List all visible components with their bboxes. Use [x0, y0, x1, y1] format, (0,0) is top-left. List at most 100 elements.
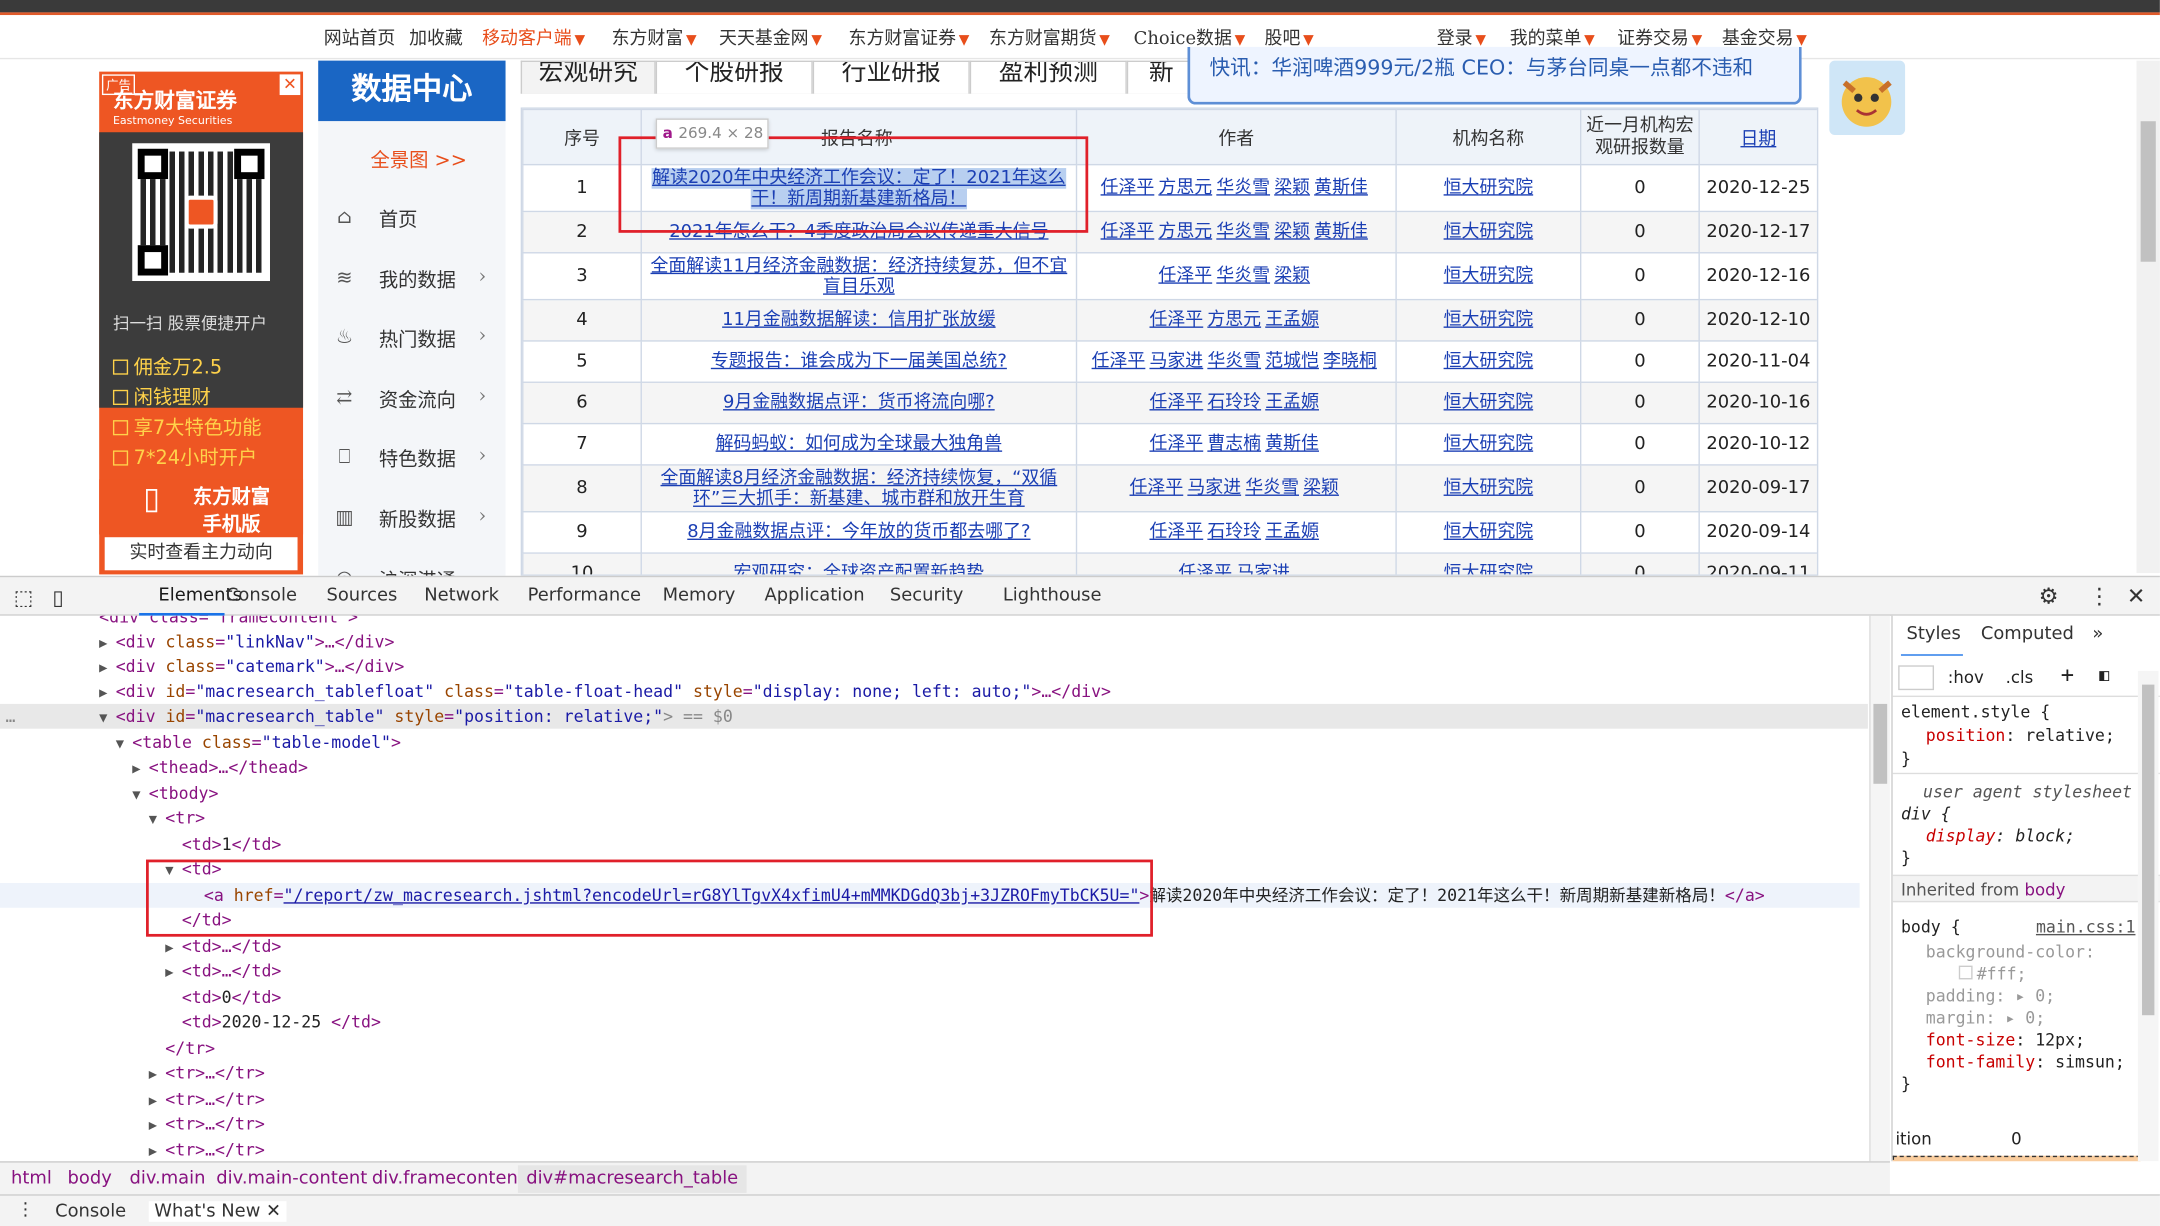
panorama-link[interactable]: 全景图 >>	[371, 146, 467, 174]
cell-title[interactable]: 宏观研究：全球资产配置新趋势	[640, 552, 1078, 575]
nav-eastmoney[interactable]: 东方财富 ▼	[612, 23, 697, 50]
tab-sources[interactable]: Sources	[326, 585, 397, 606]
sidebar-item-ipo-data[interactable]: ▥ 新股数据 ›	[318, 493, 505, 545]
breadcrumb-item[interactable]: body	[67, 1168, 111, 1189]
dom-line[interactable]: ▶ <td>…</td>	[165, 959, 281, 984]
tab-new[interactable]: 新	[1126, 60, 1196, 94]
author-link[interactable]: 方思元	[1158, 178, 1212, 199]
dom-line[interactable]: ▶ <thead>…</thead>	[132, 755, 308, 780]
author-link[interactable]: 王孟嫄	[1265, 393, 1319, 414]
org-link[interactable]: 恒大研究院	[1444, 478, 1534, 499]
author-link[interactable]: 梁颖	[1274, 222, 1310, 243]
report-title-link[interactable]: 11月金融数据解读：信用扩张放缓	[722, 310, 995, 331]
tab-network[interactable]: Network	[424, 585, 499, 606]
breadcrumb-item[interactable]: html	[11, 1168, 52, 1189]
tab-performance[interactable]: Performance	[528, 585, 641, 606]
report-title-link[interactable]: 解码蚂蚁：如何成为全球最大独角兽	[716, 434, 1003, 455]
org-link[interactable]: 恒大研究院	[1444, 310, 1534, 331]
drawer-tab-console[interactable]: Console	[55, 1201, 126, 1222]
nav-bookmark[interactable]: 加收藏	[409, 23, 463, 50]
close-icon[interactable]: ✕	[279, 74, 301, 96]
plus-icon[interactable]: +	[2061, 663, 2074, 686]
hov-toggle[interactable]: :hov	[1948, 667, 1984, 689]
style-declaration[interactable]: position: relative;	[1926, 725, 2115, 747]
report-title-link[interactable]: 8月金融数据点评：今年放的货币都去哪了?	[687, 522, 1030, 543]
cell-title[interactable]: 8月金融数据点评：今年放的货币都去哪了?	[640, 511, 1078, 554]
dom-line[interactable]: ▶ <div class="linkNav">…</div>	[99, 630, 394, 655]
drawer-tab-whats-new[interactable]: What's New ✕	[148, 1201, 287, 1222]
close-icon[interactable]: ✕	[2127, 583, 2145, 609]
author-link[interactable]: 梁颖	[1303, 478, 1339, 499]
inspect-element-icon[interactable]: ⬚	[14, 585, 34, 610]
filter-input[interactable]	[1898, 665, 1935, 691]
cell-org[interactable]: 恒大研究院	[1395, 163, 1582, 213]
cell-title[interactable]: 全面解读11月经济金融数据：经济持续复苏，但不宜盲目乐观	[640, 252, 1078, 301]
author-link[interactable]: 华炎雪	[1207, 351, 1261, 372]
page-scrollbar[interactable]	[2136, 60, 2160, 574]
nav-choice-data[interactable]: Choice数据 ▼	[1134, 23, 1246, 50]
more-icon[interactable]: ⋮	[2088, 583, 2110, 609]
dom-line[interactable]: ▶ <div class="catemark">…</div>	[99, 654, 404, 679]
nav-tiantian-fund[interactable]: 天天基金网 ▼	[719, 23, 822, 50]
author-link[interactable]: 任泽平	[1149, 310, 1203, 331]
sidebar-item-my-data[interactable]: ≋ 我的数据 ›	[318, 253, 505, 305]
dom-line[interactable]: ▶ <tr>…</tr>	[149, 1087, 265, 1112]
gear-icon[interactable]: ⚙	[2039, 583, 2059, 609]
news-flash-toast[interactable]: 快讯：华润啤酒999元/2瓶 CEO：与茅台同桌一点都不违和	[1187, 46, 1802, 105]
breadcrumb-item[interactable]: div.main	[129, 1168, 205, 1189]
cell-org[interactable]: 恒大研究院	[1395, 210, 1582, 254]
author-link[interactable]: 石玲玲	[1207, 393, 1261, 414]
author-link[interactable]: 黄斯佳	[1265, 434, 1319, 455]
breadcrumb-item[interactable]: div.main-content	[216, 1168, 367, 1189]
author-link[interactable]: 王孟嫄	[1265, 522, 1319, 543]
cell-title[interactable]: 全面解读8月经济金融数据：经济持续恢复，“双循环”三大抓手：新基建、城市群和放开…	[640, 464, 1078, 513]
cell-title[interactable]: 11月金融数据解读：信用扩张放缓	[640, 298, 1078, 342]
author-link[interactable]: 梁颖	[1274, 178, 1310, 199]
tab-industry-research[interactable]: 行业研报	[812, 60, 970, 94]
ad-bottom-link[interactable]: 实时查看主力动向	[104, 537, 298, 571]
org-link[interactable]: 恒大研究院	[1444, 266, 1534, 287]
cell-title[interactable]: 9月金融数据点评：货币将流向哪?	[640, 381, 1078, 425]
dom-line[interactable]: <div class="framecontent">	[99, 616, 358, 630]
style-declaration[interactable]: font-family: simsun;	[1926, 1051, 2125, 1073]
sidebar-item-hot-data[interactable]: ♨ 热门数据 ›	[318, 313, 505, 365]
author-link[interactable]: 马家进	[1149, 351, 1203, 372]
tab-earnings-forecast[interactable]: 盈利预测	[969, 60, 1127, 94]
author-link[interactable]: 马家进	[1236, 563, 1290, 574]
author-link[interactable]: 任泽平	[1178, 563, 1232, 574]
org-link[interactable]: 恒大研究院	[1444, 222, 1534, 243]
cell-org[interactable]: 恒大研究院	[1395, 464, 1582, 513]
cell-org[interactable]: 恒大研究院	[1395, 252, 1582, 301]
tab-application[interactable]: Application	[765, 585, 865, 606]
nav-mobile-client[interactable]: 移动客户端 ▼	[482, 23, 585, 50]
report-title-link[interactable]: 全面解读11月经济金融数据：经济持续复苏，但不宜盲目乐观	[650, 256, 1067, 297]
author-link[interactable]: 李晓桐	[1323, 351, 1377, 372]
author-link[interactable]: 石玲玲	[1207, 522, 1261, 543]
author-link[interactable]: 王孟嫄	[1265, 310, 1319, 331]
device-toolbar-icon[interactable]: ▯	[52, 585, 63, 610]
tab-macro-research[interactable]: 宏观研究	[520, 60, 656, 94]
author-link[interactable]: 任泽平	[1158, 266, 1212, 287]
dom-line[interactable]: ▶ <tr>…</tr>	[149, 1061, 265, 1086]
report-title-link[interactable]: 9月金融数据点评：货币将流向哪?	[723, 393, 995, 414]
tab-stock-research[interactable]: 个股研报	[655, 60, 813, 94]
dom-line[interactable]: ▶ <td>…</td>	[165, 934, 281, 959]
dom-line-selected[interactable]: … ▼ <div id="macresearch_table" style="pos…	[0, 703, 1868, 729]
author-link[interactable]: 任泽平	[1092, 351, 1146, 372]
nav-stock-trading[interactable]: 证券交易 ▼	[1617, 23, 1702, 50]
dom-tree-scrollbar[interactable]	[1869, 615, 1890, 1162]
cell-org[interactable]: 恒大研究院	[1395, 340, 1582, 383]
sidebar-item-home[interactable]: ⌂ 首页	[318, 193, 505, 245]
sidebar-item-capital-flow[interactable]: ⇄ 资金流向 ›	[318, 373, 505, 425]
nav-securities[interactable]: 东方财富证券 ▼	[849, 23, 970, 50]
dom-line[interactable]: </tr>	[165, 1036, 215, 1061]
author-link[interactable]: 华炎雪	[1245, 478, 1299, 499]
author-link[interactable]: 任泽平	[1101, 222, 1155, 243]
dom-line[interactable]: ▼ <tbody>	[132, 781, 218, 806]
nav-home[interactable]: 网站首页	[324, 23, 396, 50]
dom-line[interactable]: ▼ <table class="table-model">	[116, 730, 401, 755]
breadcrumb-item[interactable]: div.framecontent	[372, 1168, 525, 1189]
cls-toggle[interactable]: .cls	[2006, 667, 2034, 689]
dom-line[interactable]: ▶ <div id="macresearch_tablefloat" class=…	[99, 679, 1111, 704]
mobile-app-promo[interactable]: ▯ 东方财富 手机版	[99, 479, 304, 536]
